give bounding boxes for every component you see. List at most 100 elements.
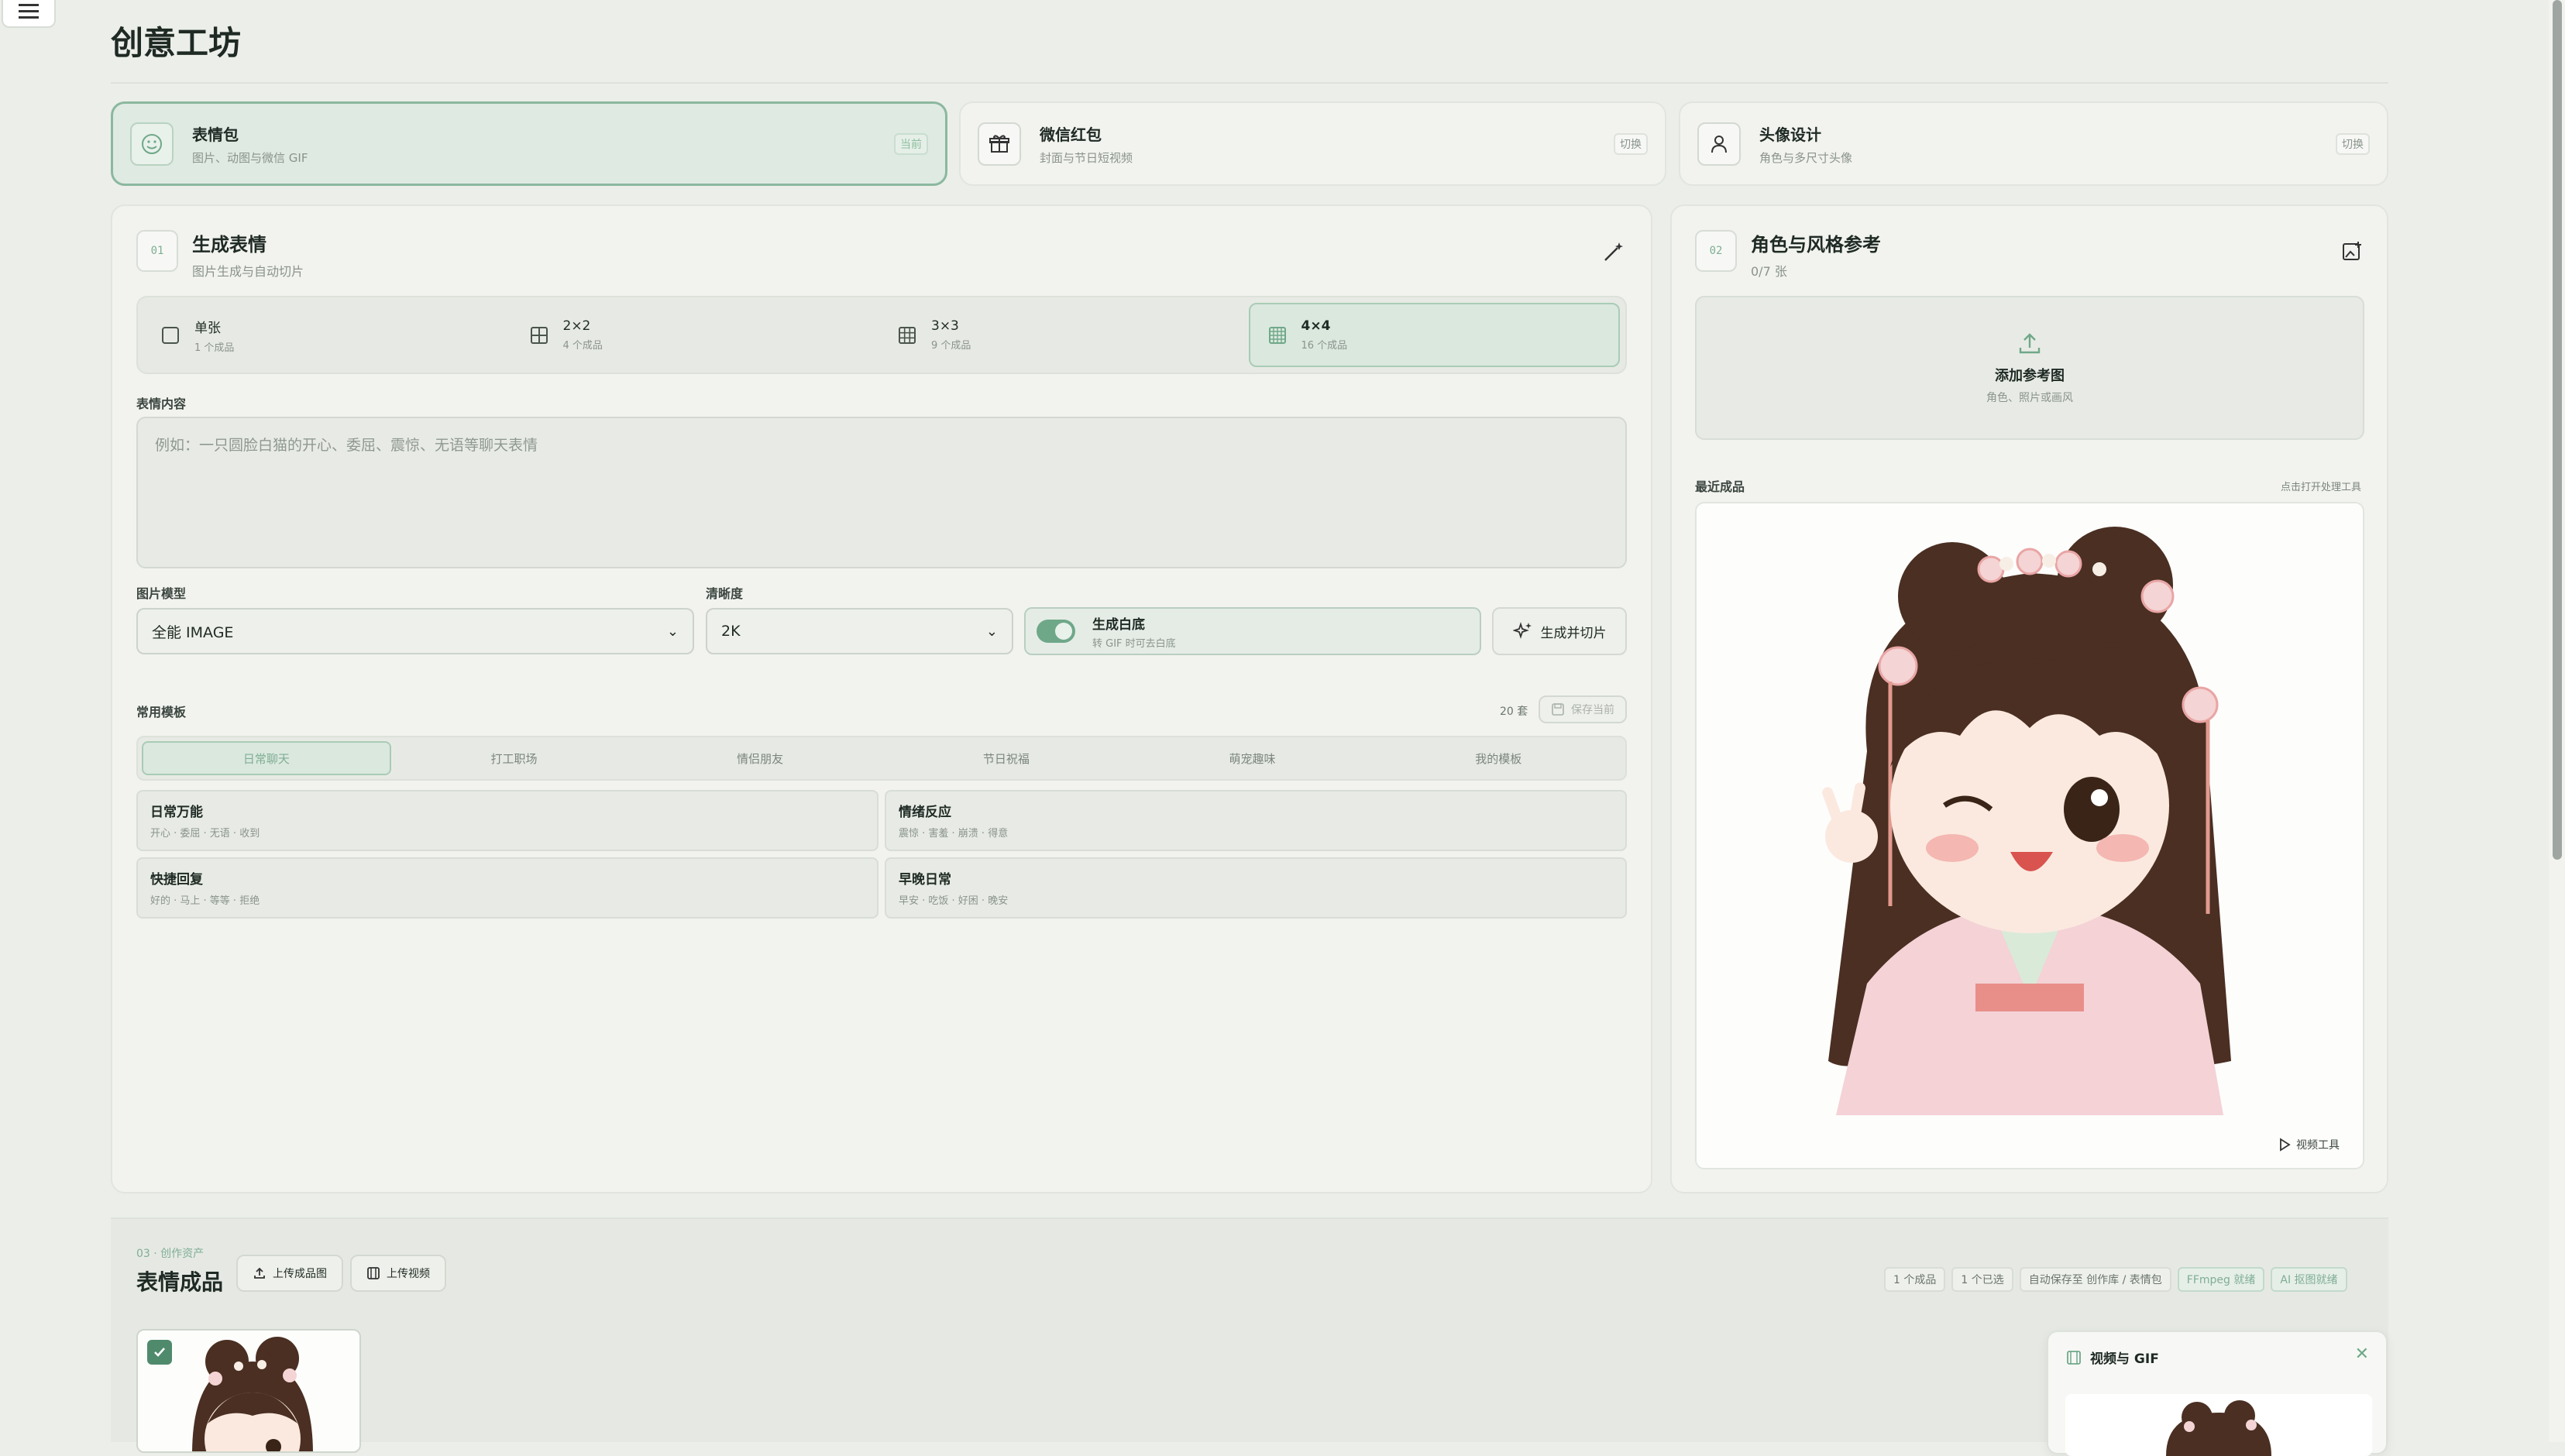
magic-wand-icon[interactable] (1602, 240, 1625, 266)
assets-title: 表情成品 (136, 1269, 224, 1295)
status-chip: AI 抠图就绪 (2271, 1267, 2347, 1292)
grid-option-count: 9 个成品 (931, 340, 971, 352)
upload-icon (254, 1267, 265, 1279)
chevron-down-icon: ⌄ (666, 623, 679, 640)
asset-status-chips: 1 个成品 1 个已选 自动保存至 创作库 / 表情包 FFmpeg 就绪 AI… (1884, 1267, 2347, 1292)
switch-badge[interactable]: 切换 (1614, 132, 1648, 155)
add-image-icon[interactable] (2341, 240, 2363, 265)
grid-option-label: 4×4 (1301, 318, 1331, 334)
save-icon (1552, 703, 1564, 716)
type-card-red-packet[interactable]: 微信红包 封面与节日短视频 切换 (959, 101, 1666, 186)
menu-icon (19, 4, 39, 19)
content-label: 表情内容 (136, 397, 187, 411)
film-icon (2067, 1350, 2081, 1365)
clarity-value: 2K (721, 623, 741, 640)
type-card-stickers[interactable]: 表情包 图片、动图与微信 GIF 当前 (111, 101, 947, 186)
menu-button[interactable] (2, 0, 56, 28)
reference-header: 角色与风格参考 0/7 张 (1751, 229, 1881, 280)
button-label: 保存当前 (1571, 704, 1614, 716)
tab-pets[interactable]: 萌宠趣味 (1129, 741, 1376, 775)
square-icon (162, 326, 179, 344)
template-card[interactable]: 早晚日常 早安 · 吃饭 · 好困 · 晚安 (885, 857, 1627, 919)
reference-count: 0/7 张 (1751, 264, 1787, 279)
grid-option-label: 3×3 (931, 318, 959, 334)
save-template-button[interactable]: 保存当前 (1539, 695, 1627, 723)
type-name: 表情包 (192, 125, 239, 144)
grid-option-single[interactable]: 单张 1 个成品 (143, 303, 512, 367)
chevron-down-icon: ⌄ (985, 623, 998, 640)
button-label: 上传成品图 (273, 1268, 327, 1280)
template-tags: 开心 · 委屈 · 无语 · 收到 (150, 828, 260, 840)
add-reference-subtitle: 角色、照片或画风 (1986, 392, 2073, 404)
play-icon (2280, 1138, 2291, 1152)
toggle-switch[interactable] (1037, 620, 1075, 643)
close-icon[interactable]: ✕ (2355, 1344, 2369, 1364)
add-reference-dropzone[interactable]: 添加参考图 角色、照片或画风 (1695, 296, 2364, 440)
chibi-girl-thumbnail (192, 1337, 313, 1451)
panel-header: 视频与 GIF (2065, 1348, 2159, 1367)
asset-thumbnail[interactable] (136, 1329, 361, 1453)
model-label: 图片模型 (136, 586, 187, 601)
clarity-select[interactable]: 2K ⌄ (706, 608, 1013, 654)
template-name: 情绪反应 (899, 805, 951, 820)
type-desc: 角色与多尺寸头像 (1759, 150, 1853, 165)
grid-4x4-icon (1268, 326, 1286, 344)
white-bg-toggle[interactable]: 生成白底 转 GIF 时可去白底 (1024, 607, 1481, 655)
status-chip: 自动保存至 创作库 / 表情包 (2019, 1267, 2171, 1292)
button-label: 上传视频 (387, 1268, 430, 1280)
templates-count: 20 套 (1500, 706, 1528, 718)
chibi-girl-preview (2166, 1400, 2271, 1456)
film-icon (367, 1267, 380, 1279)
user-icon (1697, 122, 1741, 166)
template-tags: 好的 · 马上 · 等等 · 拒绝 (150, 895, 260, 907)
video-tool-label: 视频工具 (2296, 1139, 2340, 1152)
model-select[interactable]: 全能 IMAGE ⌄ (136, 608, 694, 654)
add-reference-title: 添加参考图 (1995, 368, 2065, 384)
assets-eyebrow: 03 · 创作资产 (136, 1248, 205, 1260)
switch-badge[interactable]: 切换 (2336, 132, 2370, 155)
page-title: 创意工坊 (111, 24, 242, 62)
template-tags: 早安 · 吃饭 · 好困 · 晚安 (899, 895, 1009, 907)
grid-option-4x4[interactable]: 4×4 16 个成品 (1248, 303, 1620, 367)
clarity-label: 清晰度 (706, 586, 744, 601)
template-card[interactable]: 快捷回复 好的 · 马上 · 等等 · 拒绝 (136, 857, 878, 919)
grid-option-2x2[interactable]: 2×2 4 个成品 (512, 303, 881, 367)
video-gif-panel: 视频与 GIF ✕ (2047, 1331, 2388, 1456)
grid-option-count: 4 个成品 (562, 340, 603, 352)
type-card-avatar[interactable]: 头像设计 角色与多尺寸头像 切换 (1679, 101, 2388, 186)
tab-couples-friends[interactable]: 情侣朋友 (637, 741, 883, 775)
template-card[interactable]: 日常万能 开心 · 委屈 · 无语 · 收到 (136, 790, 878, 851)
templates-label: 常用模板 (136, 705, 187, 719)
status-chip: 1 个成品 (1884, 1267, 1946, 1292)
tab-holiday[interactable]: 节日祝福 (883, 741, 1129, 775)
recent-result-preview[interactable]: 视频工具 (1695, 502, 2364, 1169)
gift-icon (978, 122, 1021, 166)
recent-hint: 点击打开处理工具 (2281, 482, 2362, 493)
model-value: 全能 IMAGE (152, 623, 234, 641)
status-chip: 1 个已选 (1951, 1267, 2013, 1292)
upload-video-button[interactable]: 上传视频 (350, 1255, 446, 1292)
status-chip: FFmpeg 就绪 (2177, 1267, 2265, 1292)
upload-image-button[interactable]: 上传成品图 (236, 1255, 343, 1292)
generate-slice-button[interactable]: 生成并切片 (1492, 607, 1627, 655)
upload-icon (2019, 333, 2041, 354)
chibi-girl-image (1822, 527, 2231, 1115)
tab-daily-chat[interactable]: 日常聊天 (142, 741, 391, 775)
sparkle-icon (1512, 622, 1532, 639)
grid-option-label: 2×2 (562, 318, 591, 334)
title-divider (111, 82, 2388, 84)
tab-workplace[interactable]: 打工职场 (391, 741, 638, 775)
grid-option-3x3[interactable]: 3×3 9 个成品 (880, 303, 1249, 367)
template-card[interactable]: 情绪反应 震惊 · 害羞 · 崩溃 · 得意 (885, 790, 1627, 851)
grid-2x2-icon (530, 326, 548, 344)
video-tool-link[interactable]: 视频工具 (2278, 1137, 2340, 1152)
content-textarea[interactable]: 例如：一只圆脸白猫的开心、委屈、震惊、无语等聊天表情 (136, 417, 1627, 568)
tab-my-templates[interactable]: 我的模板 (1375, 741, 1621, 775)
generate-header: 生成表情 图片生成与自动切片 (192, 229, 304, 280)
scrollbar-thumb[interactable] (2553, 0, 2562, 860)
smile-icon (130, 122, 174, 166)
type-name: 微信红包 (1040, 125, 1102, 144)
step-number: 01 (136, 230, 178, 272)
step-number: 02 (1695, 230, 1737, 272)
recent-label: 最近成品 (1695, 479, 1745, 494)
